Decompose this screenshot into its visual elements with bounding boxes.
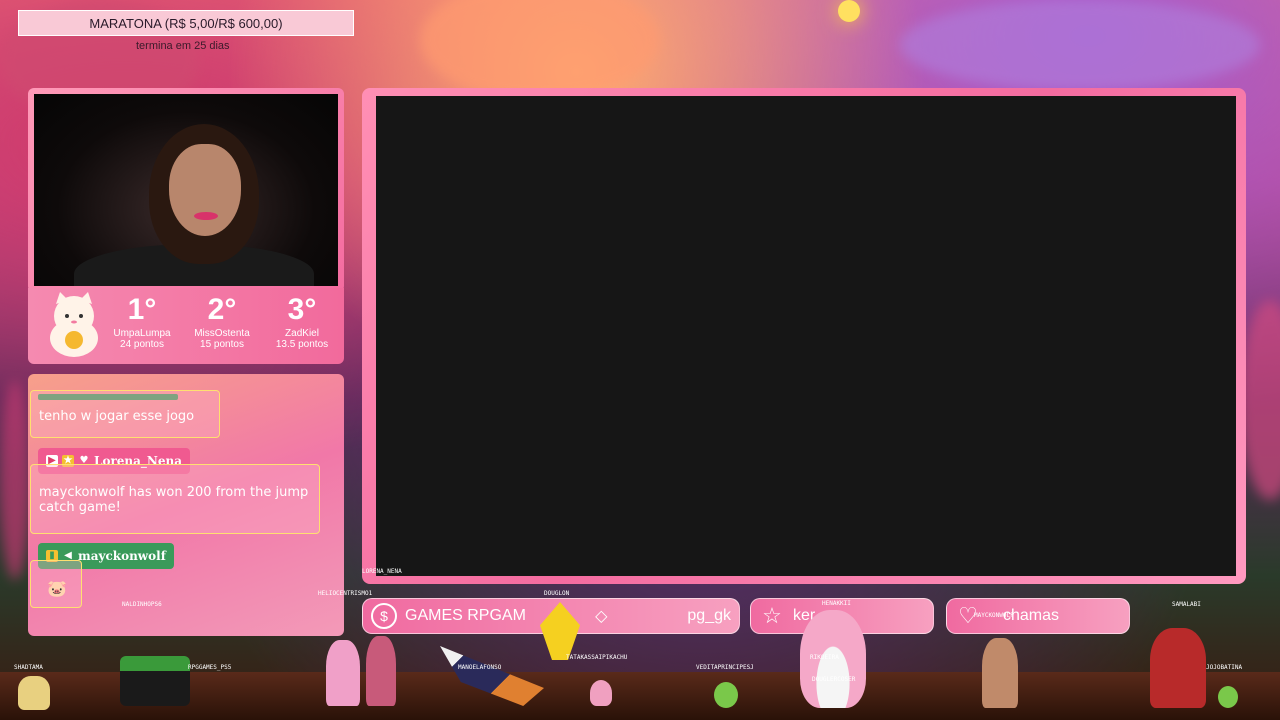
webcam-frame: [28, 88, 344, 292]
emote-icon: 🐷: [47, 579, 67, 598]
rank-first: 1° UmpaLumpa 24 pontos: [100, 292, 184, 350]
sprite-name: HENAKKII: [822, 600, 851, 607]
diamond-icon: ◇: [595, 608, 608, 625]
chat-message: tenho w jogar esse jogo: [30, 390, 220, 438]
rank-name: ZadKiel: [285, 328, 319, 339]
sprite-character: [326, 640, 360, 706]
rank-position: 3°: [287, 293, 317, 326]
leaderboard: 1° UmpaLumpa 24 pontos 2° MissOstenta 15…: [28, 288, 344, 364]
chat-panel: tenho w jogar esse jogo ▶ ★ ♥ Lorena_Nen…: [28, 374, 344, 636]
game-frame: [362, 88, 1246, 584]
sprite-name: MAYCKONWOLF: [974, 612, 1014, 619]
sprite-name: RPGGAMES_PS5: [188, 664, 232, 671]
lucky-cat-icon: [50, 292, 98, 357]
rank-name: UmpaLumpa: [113, 328, 171, 339]
sprite-name: DOUGLON: [544, 590, 570, 597]
rank-points: 13.5 pontos: [275, 339, 329, 350]
sprite-character: [1218, 686, 1238, 708]
streamer-face: [169, 144, 241, 236]
chat-message: 🐷: [30, 560, 82, 608]
goal-title: MARATONA (R$ 5,00/R$ 600,00): [89, 15, 283, 31]
sprite-name: MANOELAFONSO: [458, 664, 502, 671]
rank-third: 3° ZadKiel 13.5 pontos: [260, 292, 344, 350]
game-screen: [376, 96, 1236, 576]
sprite-name: RIKOEIRA: [810, 654, 839, 661]
goal-subtitle: termina em 25 dias: [136, 40, 230, 52]
sprite-name: SHADTAMA: [14, 664, 43, 671]
sprite-name: NALDINHOPS6: [122, 601, 162, 608]
ticker-user: pg_gk: [687, 607, 731, 624]
sprite-character: [590, 680, 612, 706]
sprite-name: JOJOBATINA: [1206, 664, 1243, 671]
chat-message-text: mayckonwolf has won 200 from the jump ca…: [39, 485, 309, 515]
rank-position: 2°: [207, 293, 237, 326]
background-blossom: [0, 380, 30, 580]
ground-strip: [0, 672, 1280, 720]
background-blossom: [1240, 300, 1280, 500]
background-blossom: [900, 0, 1260, 90]
chat-username: mayckonwolf: [78, 549, 166, 563]
rank-name: MissOstenta: [194, 328, 250, 339]
streamer-lips: [194, 212, 218, 220]
star-icon: ☆: [762, 603, 782, 628]
rank-position: 1°: [127, 293, 157, 326]
sun-icon: [838, 0, 860, 22]
sprite-name: TATAKASSAIPIKACHU: [566, 654, 628, 661]
sprite-character: [1150, 628, 1206, 708]
sprite-name: DOUGLERCOSER: [812, 676, 856, 683]
rank-points: 15 pontos: [200, 339, 244, 350]
sprite-character: [18, 676, 50, 710]
rank-points: 24 pontos: [120, 339, 164, 350]
chat-message-text: tenho w jogar esse jogo: [39, 409, 195, 424]
sprite-name: VEDITAPRINCIPESJ: [696, 664, 754, 671]
sprite-name: SAMALABI: [1172, 601, 1201, 608]
goal-bar: MARATONA (R$ 5,00/R$ 600,00): [18, 10, 354, 36]
rank-second: 2° MissOstenta 15 pontos: [180, 292, 264, 350]
chat-message: mayckonwolf has won 200 from the jump ca…: [30, 464, 320, 534]
sprite-character: [982, 638, 1018, 708]
sprite-name: HELIOCENTRISMO1: [318, 590, 373, 597]
game-owner-label: LORENA_NENA: [362, 568, 402, 575]
dollar-icon: $: [371, 603, 397, 629]
sprite-character: [120, 656, 190, 706]
sprite-character: [366, 636, 396, 706]
webcam-feed: [34, 94, 338, 286]
sprite-character: [714, 682, 738, 708]
background-blossom: [420, 0, 660, 100]
